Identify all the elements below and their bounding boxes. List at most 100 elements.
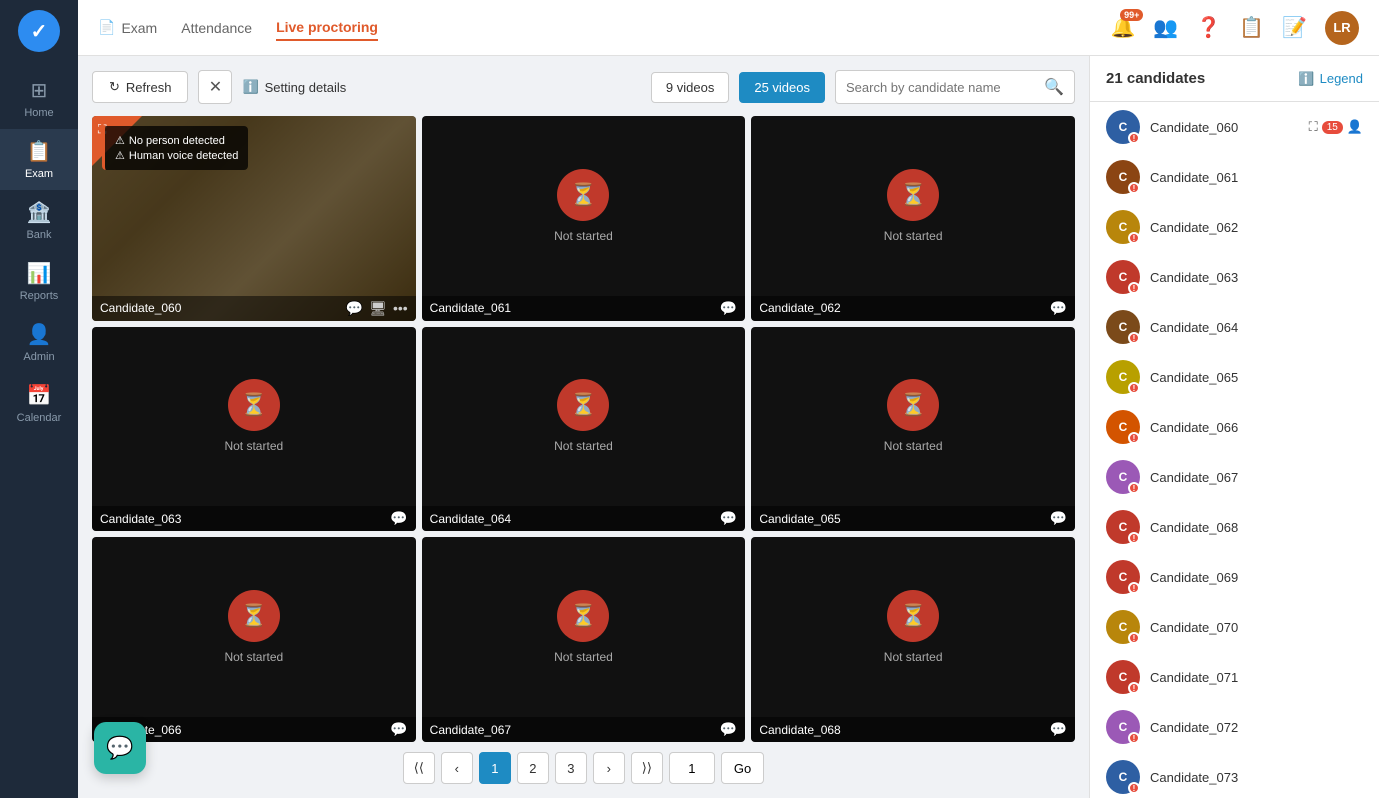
- candidate-list: C ! Candidate_060 ⛶ 15 👤 C! Candidate_06…: [1090, 102, 1379, 798]
- tab-exam[interactable]: 📄 Exam: [98, 15, 157, 40]
- avatar-062: C!: [1106, 210, 1140, 244]
- candidate-name-text-069: Candidate_069: [1150, 570, 1363, 585]
- video-footer-061: Candidate_061 💬: [422, 296, 746, 321]
- right-panel: 21 candidates ℹ️ Legend C ! Candidate_06…: [1089, 56, 1379, 798]
- video-cell-066: ⏳ Not started Candidate_066 💬: [92, 537, 416, 742]
- close-button[interactable]: ✕: [198, 70, 232, 104]
- chat-icon-068[interactable]: 💬: [1050, 721, 1067, 738]
- video-cell-060: ⛶ ⚠ No person detected ⚠ Human voice det…: [92, 116, 416, 321]
- video-footer-064: Candidate_064 💬: [422, 506, 746, 531]
- monitor-icon-060[interactable]: 🖥: [369, 300, 387, 317]
- list-item-073[interactable]: C! Candidate_073: [1090, 752, 1379, 798]
- avatar-071: C!: [1106, 660, 1140, 694]
- video-footer-065: Candidate_065 💬: [751, 506, 1075, 531]
- home-icon: ⊞: [31, 78, 48, 103]
- refresh-button[interactable]: ↻ Refresh: [92, 71, 188, 103]
- avatar-065: C!: [1106, 360, 1140, 394]
- chat-icon-067[interactable]: 💬: [720, 721, 737, 738]
- page-prev-button[interactable]: ‹: [441, 752, 473, 784]
- setting-details-link[interactable]: ℹ️ Setting details: [242, 79, 346, 95]
- chat-icon-060[interactable]: 💬: [346, 300, 363, 317]
- sidebar-label-home: Home: [24, 107, 53, 119]
- candidate-name-text-064: Candidate_064: [1150, 320, 1363, 335]
- candidate-name-065: Candidate_065: [759, 512, 840, 526]
- video-grid: ⛶ ⚠ No person detected ⚠ Human voice det…: [92, 116, 1075, 742]
- 25-videos-button[interactable]: 25 videos: [739, 72, 825, 103]
- app-logo[interactable]: ✓: [18, 10, 60, 52]
- sidebar-item-home[interactable]: ⊞ Home: [0, 68, 78, 129]
- info-icon: ℹ️: [242, 79, 258, 95]
- avatar-060: C !: [1106, 110, 1140, 144]
- legend-button[interactable]: ℹ️ Legend: [1298, 71, 1363, 87]
- main-area: 📄 Exam Attendance Live proctoring 🔔 99+ …: [78, 0, 1379, 798]
- reports-icon: 📊: [27, 261, 52, 286]
- chat-icon-065[interactable]: 💬: [1050, 510, 1067, 527]
- list-item-060[interactable]: C ! Candidate_060 ⛶ 15 👤: [1090, 102, 1379, 152]
- chat-icon-064[interactable]: 💬: [720, 510, 737, 527]
- not-started-text-063: Not started: [224, 439, 283, 453]
- sidebar-item-bank[interactable]: 🏦 Bank: [0, 190, 78, 251]
- list-item-072[interactable]: C! Candidate_072: [1090, 702, 1379, 752]
- list-item-062[interactable]: C! Candidate_062: [1090, 202, 1379, 252]
- list-item-070[interactable]: C! Candidate_070: [1090, 602, 1379, 652]
- go-button[interactable]: Go: [721, 752, 764, 784]
- page-3-button[interactable]: 3: [555, 752, 587, 784]
- list-icon[interactable]: 📋: [1239, 15, 1264, 40]
- list-item-063[interactable]: C! Candidate_063: [1090, 252, 1379, 302]
- list-item-064[interactable]: C! Candidate_064: [1090, 302, 1379, 352]
- list-item-068[interactable]: C! Candidate_068: [1090, 502, 1379, 552]
- chat-fab-button[interactable]: 💬: [94, 722, 146, 774]
- candidate-name-060: Candidate_060: [100, 301, 181, 315]
- video-content-062: ⏳ Not started: [751, 116, 1075, 296]
- not-started-text-066: Not started: [224, 650, 283, 664]
- sidebar-label-bank: Bank: [26, 229, 51, 241]
- exam-tab-icon: 📄: [98, 19, 115, 36]
- page-next-button[interactable]: ›: [593, 752, 625, 784]
- chat-icon-061[interactable]: 💬: [720, 300, 737, 317]
- toolbar-right: 9 videos 25 videos 🔍: [651, 70, 1075, 104]
- notification-bell[interactable]: 🔔 99+: [1110, 15, 1135, 40]
- chat-icon-062[interactable]: 💬: [1050, 300, 1067, 317]
- sidebar-item-exam[interactable]: 📋 Exam: [0, 129, 78, 190]
- tab-attendance[interactable]: Attendance: [181, 16, 252, 40]
- list-item-065[interactable]: C! Candidate_065: [1090, 352, 1379, 402]
- list-item-067[interactable]: C! Candidate_067: [1090, 452, 1379, 502]
- tab-live-proctoring[interactable]: Live proctoring: [276, 15, 378, 41]
- candidate-name-text-066: Candidate_066: [1150, 420, 1363, 435]
- warning-icon: ⚠: [115, 134, 125, 147]
- page-input[interactable]: [669, 752, 715, 784]
- page-1-button[interactable]: 1: [479, 752, 511, 784]
- video-content-063: ⏳ Not started: [92, 327, 416, 507]
- avatar-068: C!: [1106, 510, 1140, 544]
- sidebar-label-reports: Reports: [20, 290, 59, 302]
- chat-icon-066[interactable]: 💬: [390, 721, 407, 738]
- video-cell-068: ⏳ Not started Candidate_068 💬: [751, 537, 1075, 742]
- sidebar-item-admin[interactable]: 👤 Admin: [0, 312, 78, 373]
- list-item-066[interactable]: C! Candidate_066: [1090, 402, 1379, 452]
- list-item-071[interactable]: C! Candidate_071: [1090, 652, 1379, 702]
- more-icon-060[interactable]: •••: [393, 300, 408, 317]
- chat-icon-063[interactable]: 💬: [390, 510, 407, 527]
- candidate-name-064: Candidate_064: [430, 512, 511, 526]
- video-content-067: ⏳ Not started: [422, 537, 746, 717]
- page-2-button[interactable]: 2: [517, 752, 549, 784]
- audio-icon: ⚠: [115, 149, 125, 162]
- expand-icon-060[interactable]: ⛶: [1309, 119, 1318, 135]
- search-input[interactable]: [846, 80, 1038, 95]
- sidebar-item-calendar[interactable]: 📅 Calendar: [0, 373, 78, 434]
- center-panel: ↻ Refresh ✕ ℹ️ Setting details 9 videos …: [78, 56, 1089, 798]
- avatar-063: C!: [1106, 260, 1140, 294]
- help-icon[interactable]: ❓: [1196, 15, 1221, 40]
- clipboard-icon[interactable]: 📝: [1282, 15, 1307, 40]
- user-avatar[interactable]: LR: [1325, 11, 1359, 45]
- page-last-button[interactable]: ⟩⟩: [631, 752, 663, 784]
- not-started-icon-064: ⏳: [557, 379, 609, 431]
- list-item-069[interactable]: C! Candidate_069: [1090, 552, 1379, 602]
- video-content-066: ⏳ Not started: [92, 537, 416, 717]
- sidebar-item-reports[interactable]: 📊 Reports: [0, 251, 78, 312]
- page-first-button[interactable]: ⟨⟨: [403, 752, 435, 784]
- list-item-061[interactable]: C! Candidate_061: [1090, 152, 1379, 202]
- user-group-icon[interactable]: 👥: [1153, 15, 1178, 40]
- not-started-icon-061: ⏳: [557, 169, 609, 221]
- 9-videos-button[interactable]: 9 videos: [651, 72, 729, 103]
